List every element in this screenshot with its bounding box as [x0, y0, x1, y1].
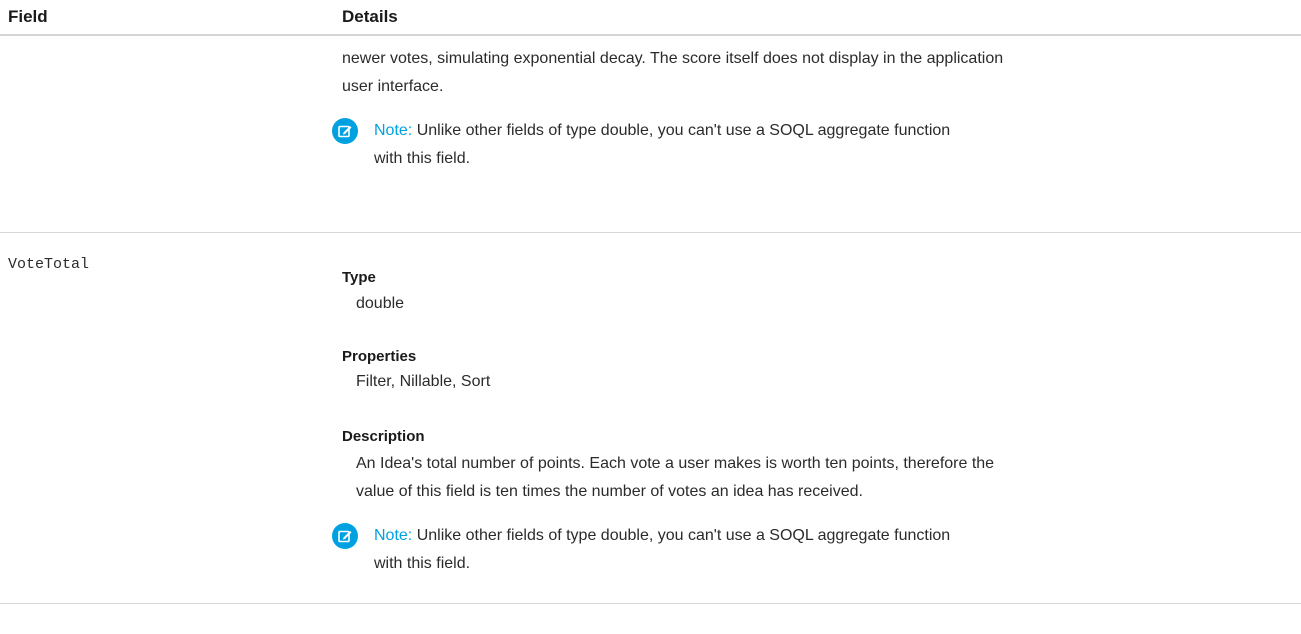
row-divider [0, 232, 1301, 233]
properties-value: Filter, Nillable, Sort [356, 373, 491, 390]
description-line: user interface. [342, 78, 444, 95]
description-line: value of this field is ten times the num… [356, 483, 863, 500]
note-label: Note: [374, 527, 413, 544]
note-callout: Note: Unlike other fields of type double… [332, 522, 1292, 582]
note-body: with this field. [374, 555, 471, 572]
row-divider [0, 603, 1301, 604]
details-column-header: Details [342, 7, 398, 26]
field-name: VoteTotal [8, 256, 90, 273]
note-body: Unlike other fields of type double, you … [416, 527, 951, 544]
properties-label: Properties [342, 348, 417, 365]
note-body: Unlike other fields of type double, you … [416, 122, 951, 139]
edit-note-icon [332, 118, 358, 144]
description-line: newer votes, simulating exponential deca… [342, 50, 1004, 67]
description-text: newer votes, simulating exponential deca… [342, 45, 1292, 101]
note-text: Note: Unlike other fields of type double… [374, 117, 1254, 173]
field-column-header: Field [8, 7, 48, 26]
note-label: Note: [374, 122, 413, 139]
note-callout: Note: Unlike other fields of type double… [332, 117, 1292, 177]
description-text: An Idea's total number of points. Each v… [356, 450, 1296, 506]
edit-note-icon [332, 523, 358, 549]
table-header: Field Details [0, 0, 1301, 36]
description-label: Description [342, 428, 425, 445]
note-text: Note: Unlike other fields of type double… [374, 522, 1254, 578]
type-label: Type [342, 269, 376, 286]
note-body: with this field. [374, 150, 471, 167]
description-line: An Idea's total number of points. Each v… [356, 455, 995, 472]
type-value: double [356, 295, 405, 312]
